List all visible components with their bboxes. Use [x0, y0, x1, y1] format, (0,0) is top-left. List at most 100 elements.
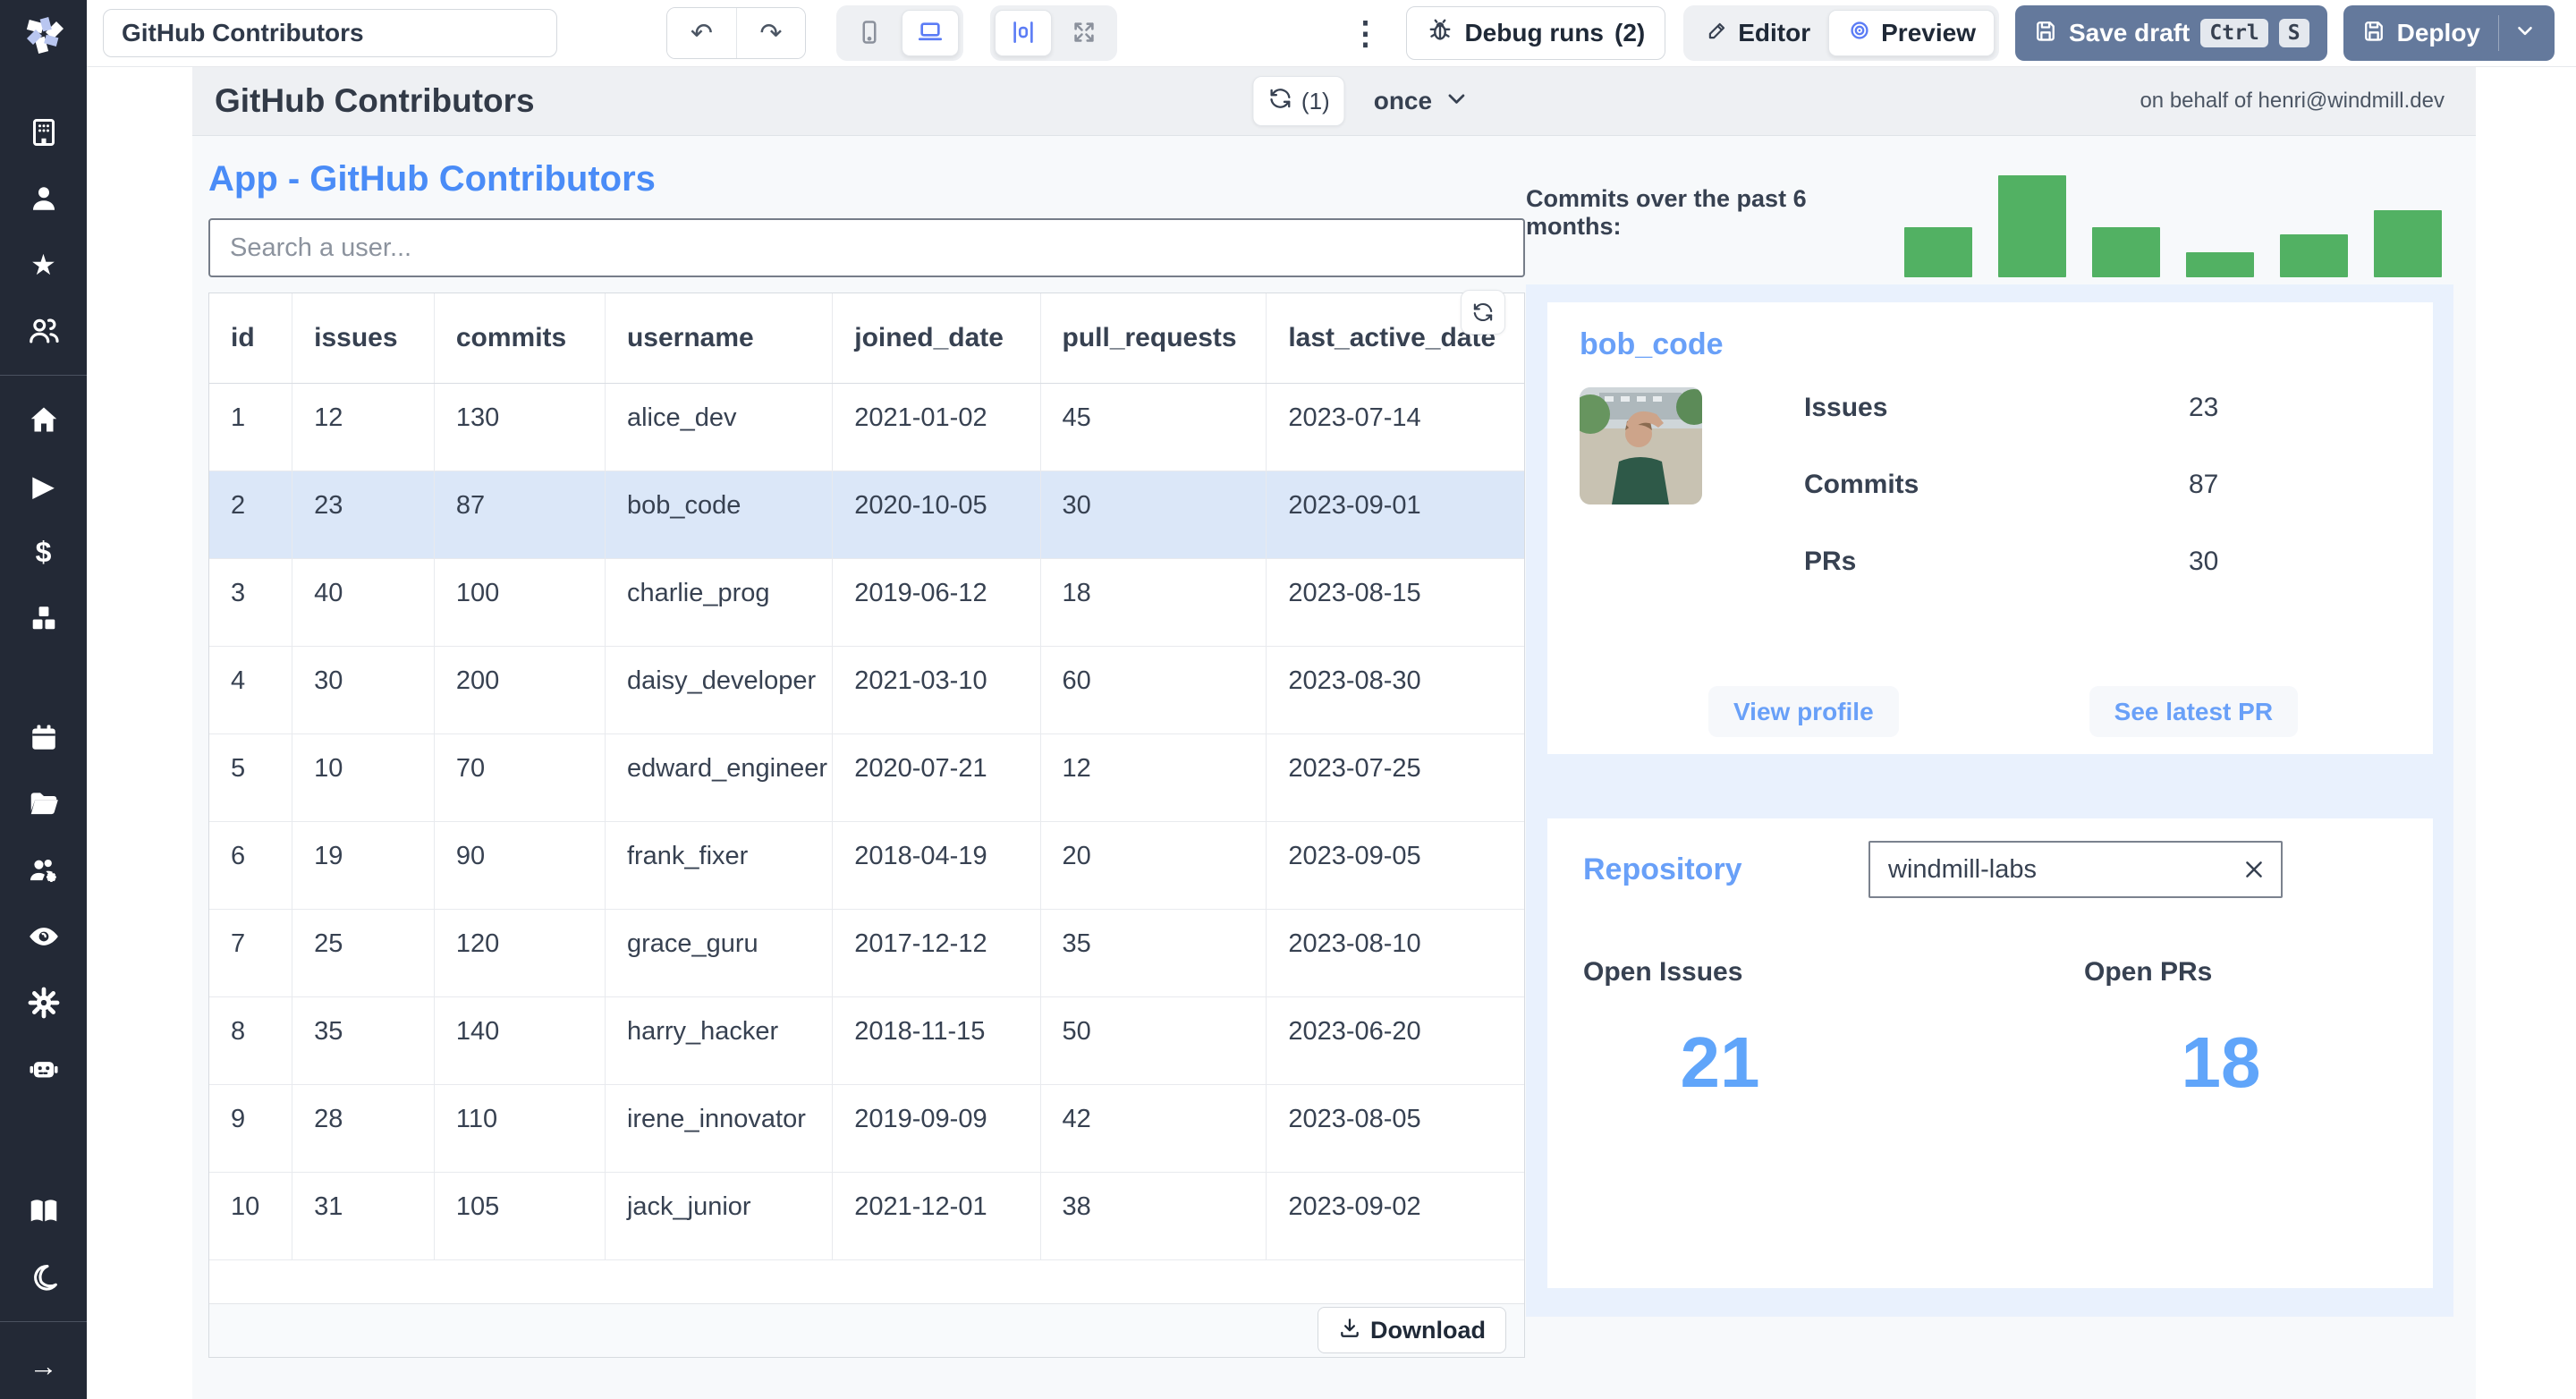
- column-header[interactable]: commits: [434, 293, 606, 384]
- dollar-icon[interactable]: $: [23, 531, 64, 572]
- chart-bars: [1904, 148, 2442, 277]
- robot-icon[interactable]: [23, 1048, 64, 1090]
- book-icon[interactable]: [23, 1191, 64, 1232]
- deploy-button[interactable]: Deploy: [2343, 5, 2555, 61]
- view-profile-button[interactable]: View profile: [1708, 686, 1899, 737]
- table-cell: 2021-03-10: [832, 646, 1041, 734]
- fullscreen-button[interactable]: [1055, 10, 1113, 56]
- table-cell: 6: [209, 821, 293, 910]
- table-cell: 31: [292, 1172, 435, 1260]
- search-input[interactable]: [208, 218, 1525, 277]
- play-icon[interactable]: ▶: [23, 465, 64, 506]
- table-cell: 2023-09-01: [1266, 471, 1524, 559]
- chart-title: Commits over the past 6 months:: [1526, 184, 1807, 240]
- repository-title: Repository: [1583, 852, 1742, 886]
- building-icon[interactable]: [23, 112, 64, 153]
- desktop-view-button[interactable]: [902, 10, 959, 56]
- deploy-label: Deploy: [2396, 19, 2480, 47]
- table-row[interactable]: 8 35 140 harry_hacker 2018-11-15 50 2023-06-20: [209, 996, 1524, 1085]
- app-refresh-button[interactable]: (1): [1251, 76, 1345, 126]
- kbd-s: S: [2278, 19, 2309, 47]
- see-latest-pr-button[interactable]: See latest PR: [2089, 686, 2299, 737]
- table-row[interactable]: 1 12 130 alice_dev 2021-01-02 45 2023-07-14: [209, 383, 1524, 471]
- table-row[interactable]: 7 25 120 grace_guru 2017-12-12 35 2023-08-10: [209, 909, 1524, 997]
- user-icon[interactable]: [23, 178, 64, 219]
- refresh-icon: [1267, 86, 1292, 117]
- table-row[interactable]: 5 10 70 edward_engineer 2020-07-21 12 2023-07-…: [209, 733, 1524, 822]
- column-header[interactable]: pull_requests: [1040, 293, 1267, 384]
- editor-tab[interactable]: Editor: [1688, 10, 1828, 56]
- schedule-dropdown[interactable]: once: [1374, 85, 1470, 118]
- table-cell: 23: [292, 471, 435, 559]
- column-header[interactable]: issues: [292, 293, 435, 384]
- expand-icon: [1071, 19, 1097, 48]
- table-cell: 20: [1040, 821, 1267, 910]
- eye-icon[interactable]: [23, 916, 64, 957]
- table-cell: 2019-06-12: [832, 558, 1041, 647]
- table-row[interactable]: 2 23 87 bob_code 2020-10-05 30 2023-09-01: [209, 471, 1524, 559]
- preview-tab[interactable]: Preview: [1828, 10, 1995, 56]
- users-icon[interactable]: [23, 310, 64, 352]
- user-avatar: [1580, 387, 1702, 504]
- schedule-value: once: [1373, 87, 1433, 114]
- debug-runs-button[interactable]: Debug runs (2): [1406, 6, 1666, 60]
- home-icon[interactable]: [23, 399, 64, 440]
- users-gear-icon[interactable]: [23, 850, 64, 891]
- repository-input[interactable]: [1868, 841, 2283, 898]
- save-draft-button[interactable]: Save draft Ctrl S: [2014, 5, 2327, 61]
- centered-layout-button[interactable]: [995, 10, 1052, 56]
- table-cell: 1: [209, 383, 293, 471]
- table-footer: Download: [209, 1302, 1524, 1357]
- deploy-divider: [2498, 15, 2499, 51]
- table-row[interactable]: 6 19 90 frank_fixer 2018-04-19 20 2023-09-05: [209, 821, 1524, 910]
- pencil-icon: [1706, 19, 1729, 48]
- prs-label: PRs: [1804, 547, 1857, 576]
- table-cell: 45: [1040, 383, 1267, 471]
- moon-icon[interactable]: [23, 1257, 64, 1298]
- chevron-down-icon[interactable]: [2513, 19, 2537, 48]
- table-cell: 2023-07-14: [1266, 383, 1524, 471]
- layout-toggle-group: [990, 5, 1117, 61]
- sidebar-divider: [0, 1321, 87, 1322]
- table-cell: 100: [434, 558, 606, 647]
- download-button[interactable]: Download: [1318, 1307, 1506, 1353]
- commits-value: 87: [2189, 470, 2219, 499]
- column-header[interactable]: username: [605, 293, 834, 384]
- column-header[interactable]: id: [209, 293, 293, 384]
- table-cell: irene_innovator: [605, 1084, 834, 1173]
- column-header[interactable]: joined_date: [832, 293, 1041, 384]
- table-row[interactable]: 4 30 200 daisy_developer 2021-03-10 60 2023-08…: [209, 646, 1524, 734]
- viewport-toggle-group: [836, 5, 963, 61]
- table-row[interactable]: 10 31 105 jack_junior 2021-12-01 38 2023-09-02: [209, 1172, 1524, 1260]
- table-cell: 2020-10-05: [832, 471, 1041, 559]
- windmill-logo-icon[interactable]: [21, 11, 67, 62]
- detail-panel: bob_code Issues 23 Commits 87 PRs 30 Vie…: [1526, 284, 2453, 1317]
- redo-button[interactable]: ↷: [736, 8, 805, 58]
- table-cell: 30: [1040, 471, 1267, 559]
- cubes-icon[interactable]: [23, 598, 64, 639]
- table-cell: 10: [209, 1172, 293, 1260]
- refresh-count: (1): [1301, 87, 1330, 114]
- download-label: Download: [1370, 1316, 1486, 1344]
- table-row[interactable]: 3 40 100 charlie_prog 2019-06-12 18 2023-08-15: [209, 558, 1524, 647]
- debug-runs-label: Debug runs: [1464, 19, 1604, 47]
- folder-icon[interactable]: [23, 784, 64, 825]
- app-title-input[interactable]: [103, 9, 557, 57]
- table-row[interactable]: 9 28 110 irene_innovator 2019-09-09 42 2023-08…: [209, 1084, 1524, 1173]
- table-cell: 2023-09-02: [1266, 1172, 1524, 1260]
- table-cell: 105: [434, 1172, 606, 1260]
- star-icon[interactable]: ★: [23, 244, 64, 285]
- gear-icon[interactable]: [23, 982, 64, 1023]
- table-cell: 50: [1040, 996, 1267, 1085]
- table-refresh-button[interactable]: [1461, 290, 1505, 335]
- calendar-icon[interactable]: [23, 717, 64, 759]
- table-cell: 2020-07-21: [832, 733, 1041, 822]
- save-icon: [2361, 18, 2386, 49]
- clear-input-button[interactable]: [2238, 853, 2270, 886]
- undo-button[interactable]: ↶: [667, 8, 736, 58]
- arrow-right-icon[interactable]: →: [23, 1345, 64, 1386]
- more-options-button[interactable]: ⋮: [1349, 14, 1381, 52]
- debug-runs-count: (2): [1614, 19, 1646, 47]
- mobile-view-button[interactable]: [841, 10, 898, 56]
- table-cell: 2018-11-15: [832, 996, 1041, 1085]
